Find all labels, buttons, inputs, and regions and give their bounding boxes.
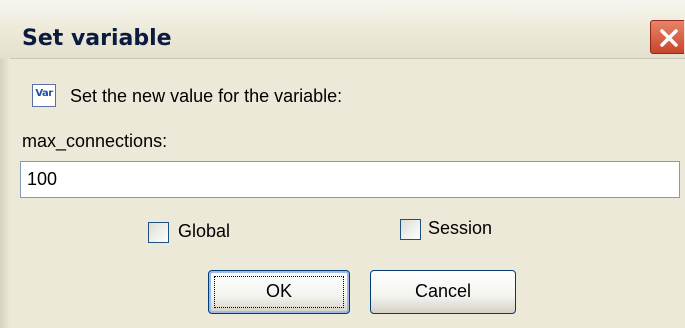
window-frame-edge <box>0 58 10 328</box>
value-input[interactable] <box>20 161 680 198</box>
window-title: Set variable <box>22 26 172 51</box>
global-checkbox[interactable] <box>148 222 169 243</box>
session-checkbox[interactable] <box>400 219 421 240</box>
session-label[interactable]: Session <box>428 218 492 239</box>
focus-rectangle <box>214 276 344 308</box>
dialog-window: Set variable Var Set the new value for t… <box>0 0 685 328</box>
cancel-button-label: Cancel <box>414 281 472 301</box>
variable-icon-text: Var <box>35 88 53 99</box>
variable-name-label: max_connections: <box>22 131 168 151</box>
close-icon <box>660 29 678 47</box>
cancel-button[interactable]: Cancel <box>370 270 516 314</box>
ok-button[interactable]: OK <box>208 270 350 314</box>
title-bar[interactable]: Set variable <box>0 0 685 59</box>
intro-text: Set the new value for the variable: <box>70 86 343 106</box>
close-button[interactable] <box>650 20 684 54</box>
variable-icon: Var <box>32 84 56 107</box>
global-label[interactable]: Global <box>178 221 230 242</box>
